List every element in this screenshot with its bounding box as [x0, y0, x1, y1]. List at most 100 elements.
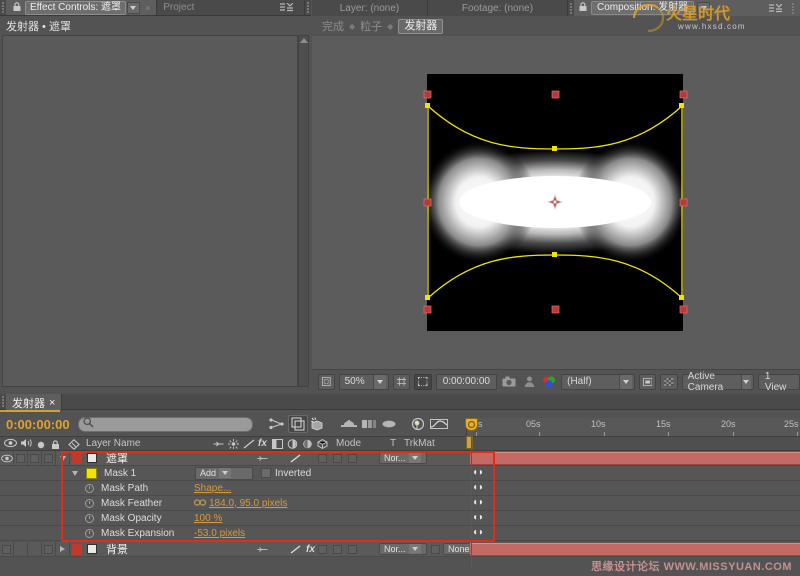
region-of-interest-icon[interactable]: [414, 373, 432, 390]
composition-panel-menu-icon[interactable]: [764, 3, 787, 13]
search-input[interactable]: [77, 416, 253, 432]
safe-zones-icon[interactable]: [318, 373, 335, 390]
mask-inverted-checkbox[interactable]: [259, 468, 272, 478]
lock-icon[interactable]: [12, 1, 22, 15]
panel-menu-icon[interactable]: [275, 3, 298, 12]
mask-expand-toggle[interactable]: [68, 470, 82, 476]
zoom-dropdown-icon[interactable]: [372, 374, 386, 389]
layer-solo-toggle[interactable]: [28, 450, 42, 466]
hide-shy-layers-icon[interactable]: [340, 415, 358, 433]
speaker-icon[interactable]: [20, 438, 33, 451]
layer2-motion-blur-switch[interactable]: [333, 544, 348, 554]
resolution-dropdown-icon[interactable]: [618, 374, 632, 389]
breadcrumb-item-0[interactable]: 完成: [322, 18, 344, 34]
timeline-current-time[interactable]: 0:00:00:00: [0, 417, 78, 432]
close-icon[interactable]: ×: [49, 397, 55, 409]
mask-group-label[interactable]: Mask 1: [100, 468, 195, 479]
checkerboard-icon[interactable]: [660, 373, 678, 390]
layer-lock-toggle[interactable]: [42, 450, 56, 466]
graph-editor-icon[interactable]: [410, 415, 428, 433]
mask-path-stopwatch[interactable]: [82, 483, 96, 493]
camera-view-select[interactable]: Active Camera: [681, 371, 754, 393]
breadcrumb-item-1[interactable]: 粒子: [360, 18, 382, 34]
column-header-t[interactable]: T: [390, 438, 396, 449]
table-row[interactable]: Mask Path Shape...: [0, 481, 800, 496]
composition-dropdown-icon[interactable]: [697, 2, 711, 14]
effect-controls-dropdown-icon[interactable]: [126, 1, 140, 14]
composition-mini-flowchart-icon[interactable]: [268, 415, 286, 433]
tab-project[interactable]: Project: [157, 0, 305, 15]
column-header-layer-name[interactable]: Layer Name: [86, 438, 140, 449]
tab-composition[interactable]: Composition: 发射器: [574, 0, 800, 16]
layer2-duration-bar[interactable]: [470, 543, 800, 556]
column-header-mode[interactable]: Mode: [336, 438, 361, 449]
close-icon[interactable]: ×: [145, 3, 150, 13]
mask-mode-select[interactable]: Add: [195, 466, 253, 480]
layer2-shy-switch[interactable]: [251, 545, 273, 554]
tab-footage[interactable]: Footage: (none): [428, 0, 568, 16]
mask-feather-stopwatch[interactable]: [82, 498, 96, 508]
effect-controls-tab-label[interactable]: Effect Controls: 遮罩: [25, 0, 126, 15]
effect-controls-scrollbar[interactable]: [298, 35, 309, 387]
layer-expand-toggle[interactable]: [56, 450, 70, 466]
layer-motion-blur-switch[interactable]: [333, 453, 348, 463]
property-value[interactable]: 100 %: [194, 513, 222, 524]
table-row[interactable]: Mask Opacity 100 %: [0, 511, 800, 526]
layer2-solo-toggle[interactable]: [28, 541, 42, 557]
layer-frame-blend-switch[interactable]: [318, 453, 333, 463]
lock-icon[interactable]: [578, 1, 588, 15]
layer-duration-bar[interactable]: [470, 452, 800, 465]
layer2-mode-select[interactable]: Nor...: [379, 543, 427, 555]
layer-label-color[interactable]: [70, 452, 83, 464]
keyframe-nav-icon[interactable]: ◖◗: [472, 528, 484, 539]
tab-layer[interactable]: Layer: (none): [312, 0, 428, 16]
timeline-ruler[interactable]: 0s 05s 10s 15s 20s 25s: [466, 418, 800, 436]
motion-blur-icon[interactable]: [380, 415, 398, 433]
search-field[interactable]: [93, 418, 252, 430]
keyframe-nav-icon[interactable]: ◖◗: [472, 468, 484, 479]
mask-mode-dropdown-icon[interactable]: [219, 468, 232, 478]
layer2-t-switch[interactable]: [427, 544, 443, 554]
resolution-select[interactable]: (Half): [561, 373, 635, 390]
tab-timeline-composition[interactable]: 发射器 ×: [6, 394, 63, 411]
current-time-display[interactable]: 0:00:00:00: [435, 373, 497, 390]
draft-3d-icon[interactable]: [287, 415, 308, 433]
person-icon[interactable]: [522, 373, 536, 391]
column-header-trkmat[interactable]: TrkMat: [404, 438, 435, 449]
layer2-audio-toggle[interactable]: [14, 541, 28, 557]
zoom-select[interactable]: 50%: [338, 373, 389, 390]
layer-audio-toggle[interactable]: [14, 450, 28, 466]
layer-shy-switch[interactable]: [251, 454, 273, 463]
playhead-handle[interactable]: [465, 418, 478, 431]
table-row[interactable]: Mask Expansion -53.0 pixels: [0, 526, 800, 541]
toggle-transparency-icon[interactable]: [638, 373, 657, 390]
mask-opacity-stopwatch[interactable]: [82, 513, 96, 523]
layer2-fx-switch[interactable]: fx: [303, 544, 318, 555]
composition-tab-label[interactable]: Composition: 发射器: [591, 1, 695, 15]
property-value[interactable]: Shape...: [194, 483, 231, 494]
camera-view-dropdown-icon[interactable]: [740, 374, 751, 389]
layer-name-label[interactable]: 背景: [101, 541, 251, 557]
brainstorm-icon[interactable]: [310, 415, 328, 433]
mask-path-overlay[interactable]: [312, 36, 800, 369]
table-row[interactable]: Mask 1 Add Inverted: [0, 466, 800, 481]
layer-quality-switch[interactable]: [288, 453, 303, 463]
composition-viewport[interactable]: [312, 36, 800, 369]
panel-grip-right[interactable]: [305, 0, 311, 15]
layer-graph-icon[interactable]: [429, 415, 448, 433]
layer-visibility-checkbox[interactable]: [83, 453, 101, 463]
playhead-line[interactable]: [471, 418, 472, 570]
scroll-up-icon[interactable]: [299, 38, 308, 43]
layer-mode-dropdown-icon[interactable]: [408, 453, 421, 463]
constrain-proportions-icon[interactable]: [194, 498, 206, 509]
fx-icon[interactable]: fx: [258, 438, 267, 449]
property-value[interactable]: -53.0 pixels: [194, 528, 245, 539]
color-channels-icon[interactable]: [542, 373, 556, 391]
mask-expansion-stopwatch[interactable]: [82, 528, 96, 538]
camera-icon[interactable]: [502, 373, 516, 391]
layer-video-toggle[interactable]: [0, 450, 14, 466]
keyframe-nav-icon[interactable]: ◖◗: [472, 498, 484, 509]
layer2-video-toggle[interactable]: [0, 541, 14, 557]
layer2-visibility-checkbox[interactable]: [83, 544, 101, 554]
grid-icon[interactable]: [392, 373, 411, 390]
